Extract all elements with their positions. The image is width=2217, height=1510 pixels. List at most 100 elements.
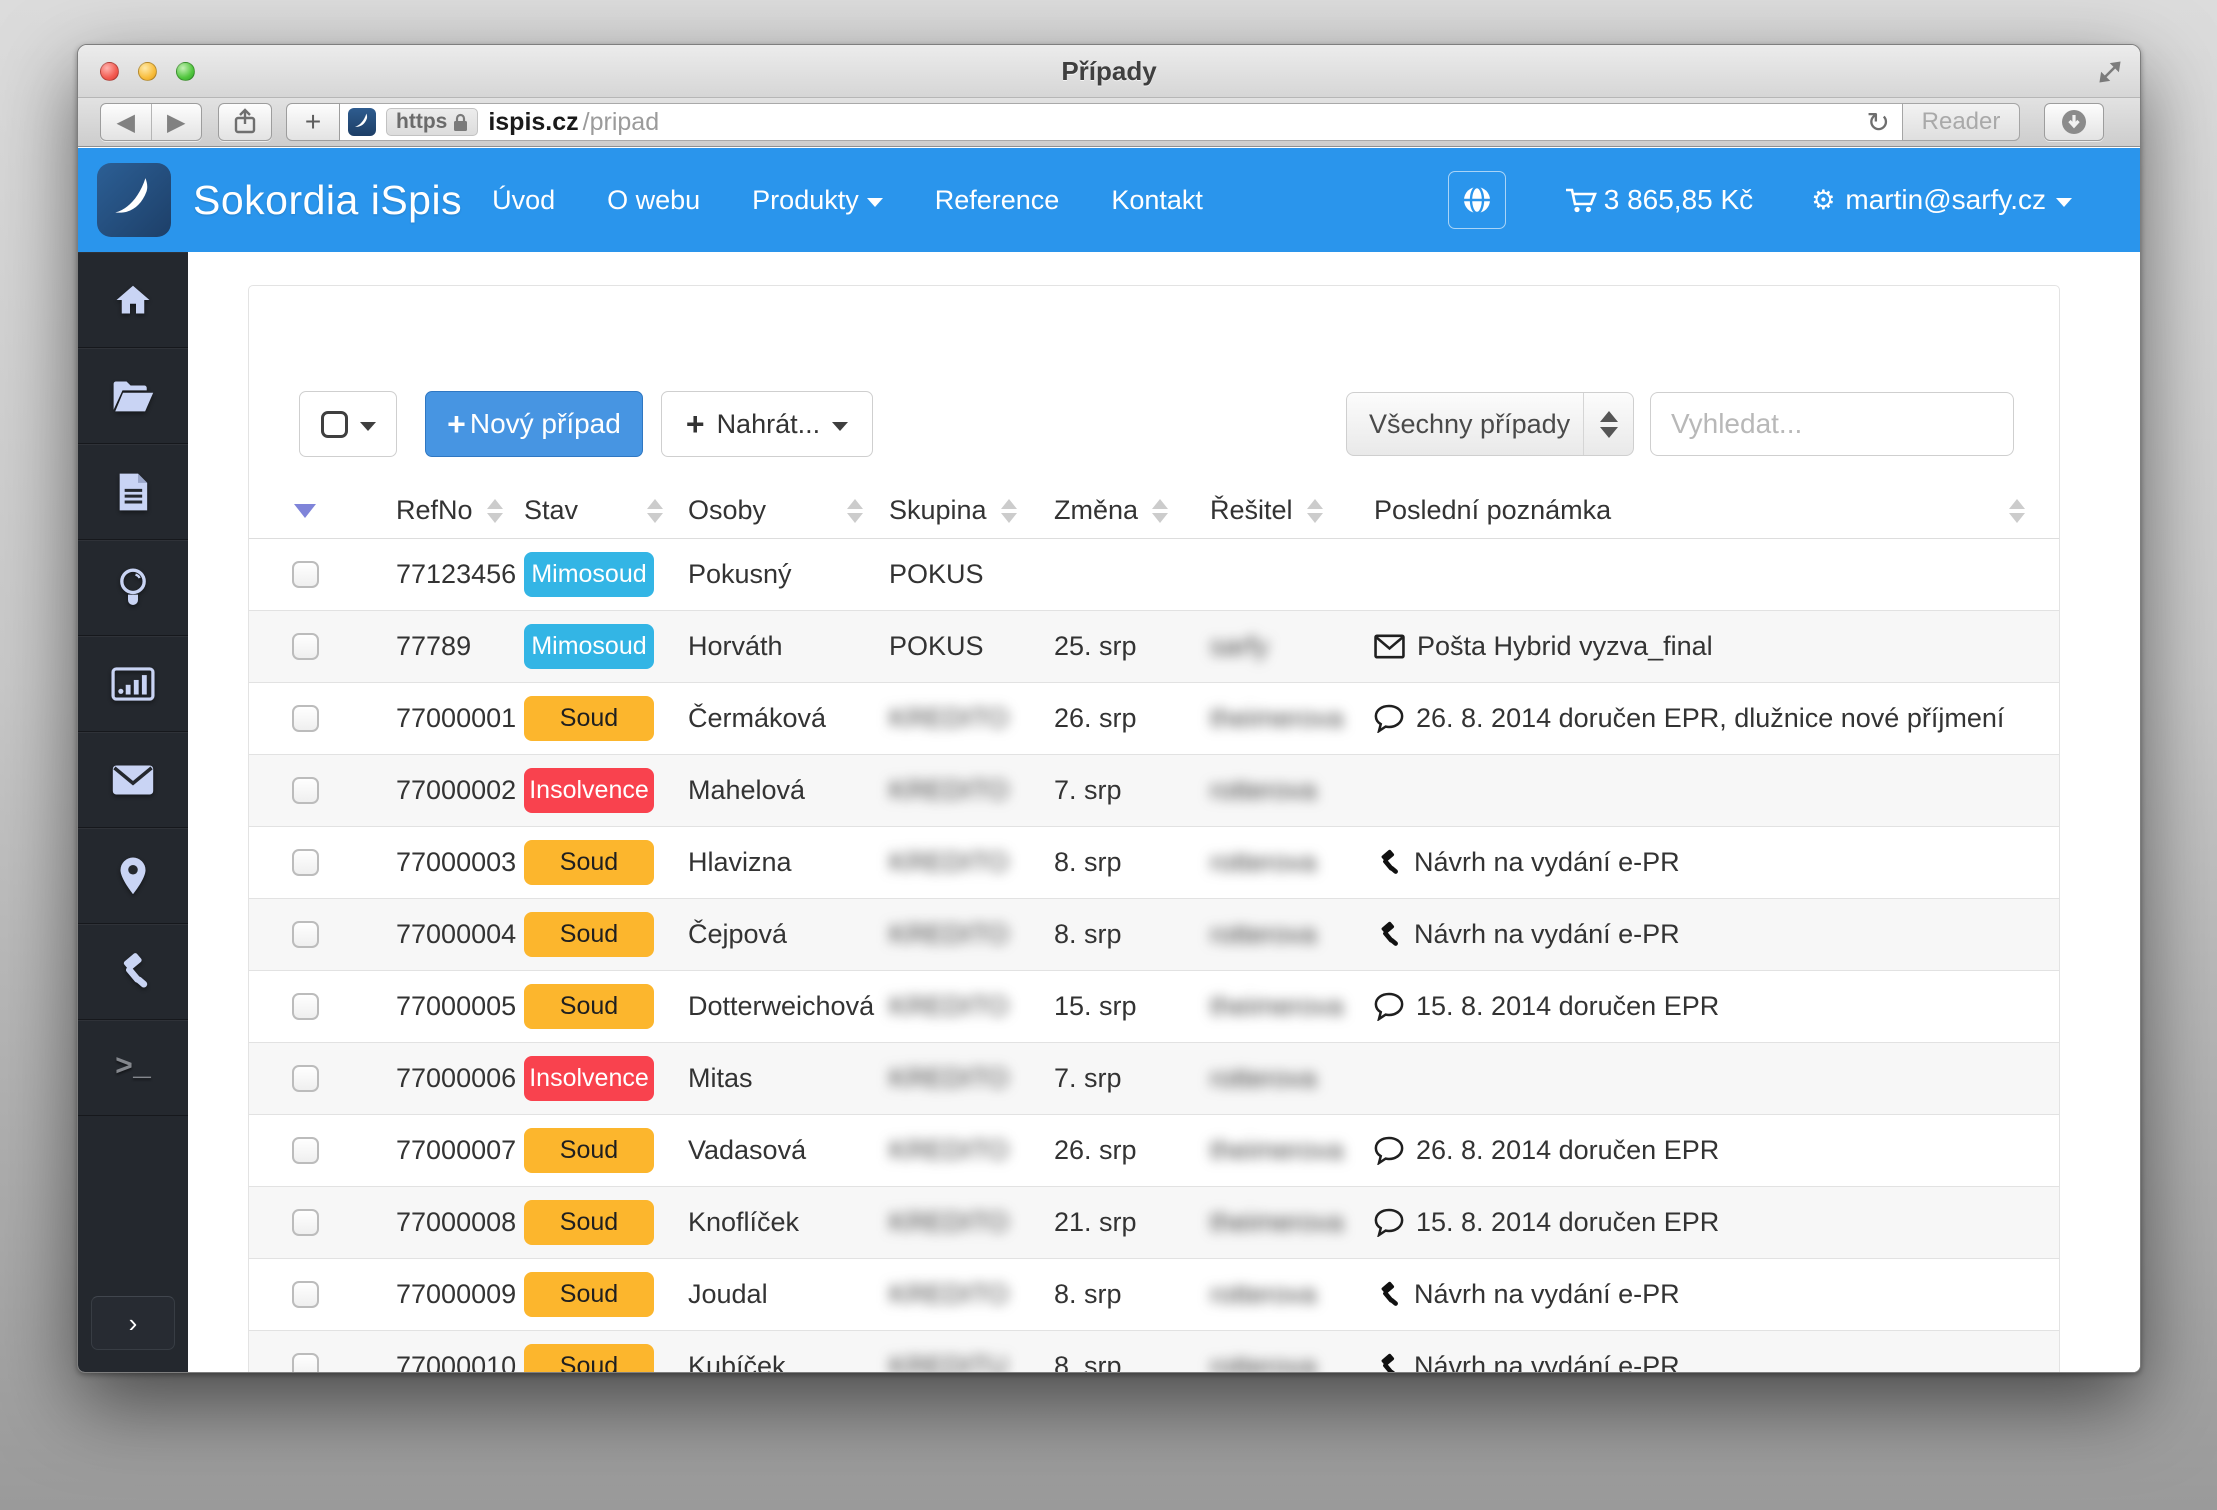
cart-icon <box>1565 188 1597 213</box>
column-header-poznamka[interactable]: Poslední poznámka <box>1351 495 2059 526</box>
nav-item-kontakt[interactable]: Kontakt <box>1085 185 1229 216</box>
row-checkbox-cell <box>249 633 361 660</box>
change-cell: 8. srp <box>1054 1351 1122 1373</box>
person-cell: Vadasová <box>688 1135 807 1165</box>
table-row[interactable]: 77000008 Soud Knoflíček KREDITO 21. srp … <box>249 1187 2059 1259</box>
reader-button[interactable]: Reader <box>1902 103 2020 141</box>
sidebar-item-reports[interactable] <box>78 636 188 732</box>
row-checkbox[interactable] <box>291 1137 319 1164</box>
row-checkbox[interactable] <box>291 1281 319 1308</box>
table-row[interactable]: 77000002 Insolvence Mahelová KREDITO 7. … <box>249 755 2059 827</box>
change-cell: 25. srp <box>1054 631 1137 661</box>
status-badge: Soud <box>524 840 654 885</box>
row-checkbox[interactable] <box>291 561 319 588</box>
person-cell: Mahelová <box>688 775 806 805</box>
nav-item-produkty[interactable]: Produkty <box>726 185 909 216</box>
row-checkbox[interactable] <box>291 633 319 660</box>
row-checkbox-cell <box>249 1353 361 1372</box>
minimize-window-button[interactable] <box>138 62 157 81</box>
sidebar-item-terminal[interactable]: >_ <box>78 1020 188 1116</box>
note-text: 26. 8. 2014 doručen EPR, dlužnice nové p… <box>1416 703 2005 733</box>
sort-icon <box>486 498 503 523</box>
note-text: Návrh na vydání e-PR <box>1414 1279 1680 1309</box>
column-header-refno[interactable]: RefNo <box>361 495 507 526</box>
case-filter-select[interactable]: Všechny případy <box>1346 392 1634 456</box>
table-row[interactable]: 77000001 Soud Čermáková KREDITO 26. srp … <box>249 683 2059 755</box>
row-checkbox-cell <box>249 1281 361 1308</box>
row-checkbox[interactable] <box>291 1353 319 1372</box>
row-checkbox[interactable] <box>291 1209 319 1236</box>
downloads-button[interactable] <box>2044 103 2104 141</box>
forward-button[interactable]: ▶ <box>152 104 202 140</box>
table-row[interactable]: 77789 Mimosoud Horváth POKUS 25. srp sar… <box>249 611 2059 683</box>
table-row[interactable]: 77000007 Soud Vadasová KREDITO 26. srp t… <box>249 1115 2059 1187</box>
group-text: KREDITO <box>889 919 1009 949</box>
new-case-button[interactable]: + Nový případ <box>425 391 643 457</box>
user-menu[interactable]: ⚙ martin@sarfy.cz <box>1811 184 2072 216</box>
change-cell: 21. srp <box>1054 1207 1137 1237</box>
group-cell: KREDITO <box>871 1279 1031 1310</box>
cart-summary[interactable]: 3 865,85 Kč <box>1564 184 1753 216</box>
nav-item-reference[interactable]: Reference <box>909 185 1086 216</box>
person-cell: Joudal <box>688 1279 768 1309</box>
address-bar[interactable]: https ispis.cz /pripad ↻ <box>340 103 1903 141</box>
select-all-dropdown[interactable] <box>299 391 397 457</box>
note-cell: Návrh na vydání e-PR <box>1351 1279 2059 1310</box>
cart-amount: 3 865,85 Kč <box>1603 184 1754 215</box>
resolver-cell: theimerova <box>1187 991 1351 1022</box>
row-checkbox[interactable] <box>291 777 319 804</box>
search-input[interactable] <box>1650 392 2014 456</box>
brand[interactable]: Sokordia iSpis <box>97 163 462 237</box>
table-row[interactable]: 77000003 Soud Hlavizna KREDITO 8. srp ro… <box>249 827 2059 899</box>
group-text: POKUS <box>889 559 984 589</box>
close-window-button[interactable] <box>100 62 119 81</box>
sidebar-item-map[interactable] <box>78 828 188 924</box>
file-icon <box>116 472 150 512</box>
table-row[interactable]: 77000006 Insolvence Mitas KREDITO 7. srp… <box>249 1043 2059 1115</box>
sidebar-expand-button[interactable]: › <box>91 1296 175 1350</box>
refno-cell: 77000007 <box>396 1135 517 1165</box>
resolver-text: rotterova <box>1210 1351 1317 1373</box>
row-checkbox[interactable] <box>291 849 319 876</box>
status-badge: Mimosoud <box>524 624 654 669</box>
language-button[interactable] <box>1447 171 1506 229</box>
nav-item-úvod[interactable]: Úvod <box>466 185 581 216</box>
column-header-zmena[interactable]: Změna <box>1031 495 1187 526</box>
column-header-skupina[interactable]: Skupina <box>871 495 1031 526</box>
sidebar-item-documents[interactable] <box>78 444 188 540</box>
table-row[interactable]: 77123456 Mimosoud Pokusný POKUS <box>249 539 2059 611</box>
sidebar-item-auctions[interactable] <box>78 924 188 1020</box>
zoom-window-button[interactable] <box>176 62 195 81</box>
download-icon <box>2062 110 2086 134</box>
column-header-resitel[interactable]: Řešitel <box>1187 495 1351 526</box>
sidebar-item-home[interactable] <box>78 252 188 348</box>
group-text: POKUS <box>889 631 984 661</box>
back-button[interactable]: ◀ <box>101 104 152 140</box>
select-spinner-icon <box>1583 393 1633 455</box>
note-text: Pošta Hybrid vyzva_final <box>1417 631 1713 661</box>
table-row[interactable]: 77000010 Soud Kubíček KREDITU 8. srp rot… <box>249 1331 2059 1373</box>
table-row[interactable]: 77000005 Soud Dotterweichová KREDITO 15.… <box>249 971 2059 1043</box>
nav-item-o-webu[interactable]: O webu <box>581 185 726 216</box>
person-cell: Pokusný <box>688 559 792 589</box>
row-checkbox[interactable] <box>291 1065 319 1092</box>
filter-column-header[interactable] <box>249 503 361 518</box>
column-header-stav[interactable]: Stav <box>507 495 669 526</box>
reload-icon[interactable]: ↻ <box>1867 106 1890 139</box>
window-titlebar: Případy <box>78 45 2140 98</box>
sidebar-item-messages[interactable] <box>78 732 188 828</box>
column-header-osoby[interactable]: Osoby <box>669 495 871 526</box>
sidebar-item-ideas[interactable] <box>78 540 188 636</box>
table-row[interactable]: 77000009 Soud Joudal KREDITO 8. srp rott… <box>249 1259 2059 1331</box>
new-tab-button[interactable]: + <box>286 103 340 141</box>
status-badge: Soud <box>524 1344 654 1372</box>
person-cell: Knoflíček <box>688 1207 800 1237</box>
row-checkbox[interactable] <box>291 993 319 1020</box>
share-button[interactable] <box>218 103 272 141</box>
upload-dropdown-button[interactable]: + Nahrát... <box>661 391 873 457</box>
fullscreen-icon[interactable] <box>2096 58 2124 86</box>
table-row[interactable]: 77000004 Soud Čejpová KREDITO 8. srp rot… <box>249 899 2059 971</box>
row-checkbox[interactable] <box>291 921 319 948</box>
sidebar-item-cases[interactable] <box>78 348 188 444</box>
row-checkbox[interactable] <box>291 705 319 732</box>
